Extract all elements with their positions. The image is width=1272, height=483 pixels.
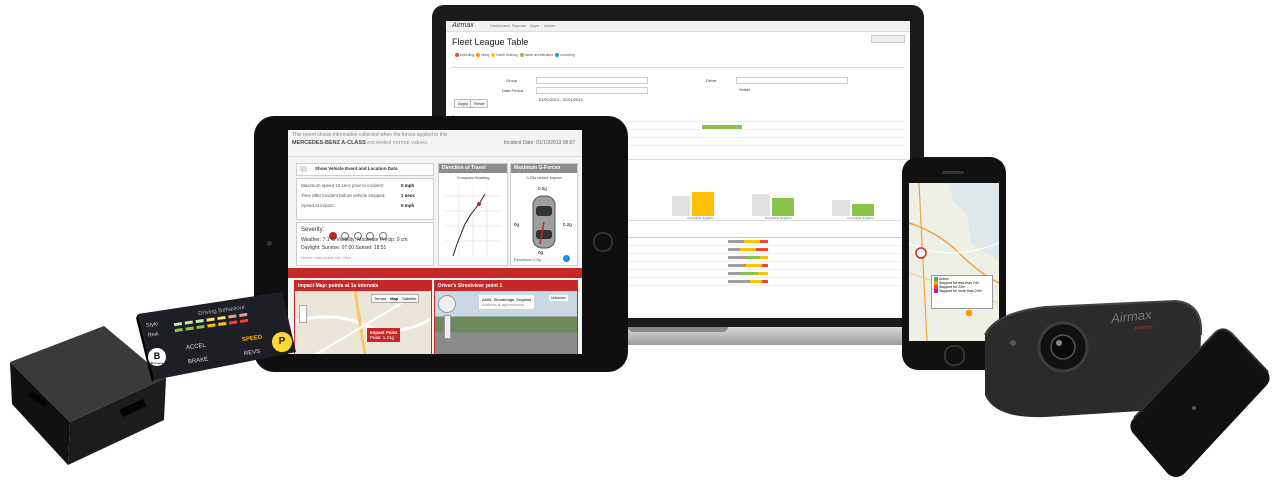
phone-home-button[interactable] <box>944 345 965 366</box>
business-label: Business <box>151 361 164 365</box>
map-marker <box>915 247 927 259</box>
gforce-resultant: Resultant: 0.5g <box>514 257 541 262</box>
league-table <box>616 231 906 291</box>
date-range-input[interactable]: 01/01/2013 - 31/01/2013 <box>536 87 648 102</box>
reset-button[interactable]: Reset <box>470 99 489 108</box>
table-row[interactable] <box>616 279 906 286</box>
group-select[interactable]: Demo Fleet 2013 <box>536 77 648 92</box>
driver-select[interactable]: Select <box>736 77 848 92</box>
chart-bar <box>852 204 874 216</box>
direction-subtitle: Compass Heading <box>456 175 490 180</box>
compass-icon[interactable] <box>438 295 456 313</box>
legend-dot-speeding <box>455 53 459 58</box>
table-row[interactable] <box>616 239 906 246</box>
section-divider <box>288 268 582 278</box>
streetview-title: Driver's Streetview: point 1 <box>435 281 577 291</box>
address-card: A606, Stourbridge, England Address is ap… <box>479 295 535 309</box>
conditions-panel: Severity: Weather: 7.1°C Visibility: Mod… <box>296 222 434 266</box>
map-type-tabs[interactable]: Terrain Map Satellite <box>371 294 420 303</box>
tab-terrain[interactable]: Terrain <box>372 295 388 302</box>
chart-bar <box>672 196 690 216</box>
chart-bar <box>832 200 850 216</box>
tablet-screen: This report shows information collected … <box>288 130 582 354</box>
group-label: Group <box>506 78 518 83</box>
vehicle-name: MERCEDES-BENZ A-CLASS <box>292 140 366 146</box>
streetview-image[interactable]: A606, Stourbridge, England Address is ap… <box>435 291 577 354</box>
car-top-view-icon <box>532 195 556 249</box>
app-logo: Airmax <box>452 22 474 29</box>
gforce-bottom: 0g <box>538 250 544 255</box>
date-label: Date Period <box>502 88 524 93</box>
tablet-camera <box>267 241 272 246</box>
gforce-title: Maximum G-Forces <box>511 164 577 173</box>
nav-dashboard[interactable]: Dashboard <box>490 23 510 28</box>
tab-satellite[interactable]: Satellite <box>400 295 418 302</box>
chart-label: Unsuitable Negative <box>847 216 874 220</box>
chart-label: Unsuitable Negative <box>687 216 714 220</box>
sensor-box-device <box>1130 328 1270 477</box>
map-marker <box>964 308 974 318</box>
impact-marker <box>477 202 481 206</box>
incident-date: Incident Date: 01/10/2013 08:07 <box>504 140 576 146</box>
chart-label: Unsuitable Negative <box>765 216 792 220</box>
legend-dot-braking <box>491 53 496 58</box>
bar-chart: Unsuitable Negative Unsuitable Negative … <box>616 159 908 221</box>
legend-dot-cornering <box>555 53 560 58</box>
impact-point-callout: Impact Point Peak: 1.21g <box>367 328 401 342</box>
chart-bar <box>752 194 770 216</box>
laptop-notch <box>628 327 728 332</box>
phone-speaker <box>942 171 964 174</box>
severity-label: Severity: <box>301 227 325 233</box>
impact-map[interactable]: Terrain Map Satellite Impact Point Peak:… <box>295 291 431 354</box>
impact-map-panel: Impact Map: points at 1s intervals Terra… <box>294 280 432 354</box>
nav-admin[interactable]: Admin <box>544 23 555 28</box>
tab-map[interactable]: Map <box>388 295 400 302</box>
show-details-toggle[interactable]: Show Vehicle Event and Location Data <box>296 163 434 176</box>
gforce-panel: Maximum G-Forces 0.33s before impact 0.5… <box>510 163 578 266</box>
info-icon[interactable] <box>563 255 570 262</box>
direction-title: Direction of Travel <box>439 164 507 173</box>
nav-apps[interactable]: Apps <box>530 23 539 28</box>
gforce-top: 0.5g <box>538 186 547 191</box>
legend-dot-idling <box>476 53 481 58</box>
chart-bar <box>692 192 714 216</box>
vehicle-line: MERCEDES-BENZ A-CLASS exceeded normal va… <box>292 140 429 146</box>
streetview-dropdown[interactable]: Unknown <box>549 295 568 301</box>
streetview-panel: Driver's Streetview: point 1 A606, Stour… <box>434 280 578 354</box>
table-row[interactable] <box>616 255 906 262</box>
gforce-left: 0g <box>514 222 520 227</box>
app-topbar: Airmax Dashboard Reports Apps Admin <box>446 21 910 32</box>
speed-stats: Maximum speed 15 secs prior to incident:… <box>296 178 434 220</box>
table-row[interactable] <box>616 271 906 278</box>
legend: speeding idling harsh braking harsh acce… <box>454 53 575 58</box>
weather-line: Weather: 7.1°C Visibility: Moderate Prec… <box>301 237 408 243</box>
tablet-home-button[interactable] <box>593 232 613 252</box>
table-row[interactable] <box>616 263 906 270</box>
driver-label: Driver <box>706 78 717 83</box>
daylight-line: Daylight: Sunrise: 07:00 Sunset: 18:51 <box>301 245 387 251</box>
report-intro: This report shows information collected … <box>292 132 448 138</box>
zoom-control[interactable] <box>299 305 307 323</box>
weather-source: Weather data source: Met Office <box>301 256 352 260</box>
legend-swatch <box>934 289 938 294</box>
driving-behaviour-device: Driving Behaviour Style Risk B Business … <box>134 290 298 382</box>
badge-p: P <box>272 332 292 352</box>
page-title: Fleet League Table <box>452 37 529 47</box>
heading-chart <box>445 186 501 257</box>
page-actions[interactable] <box>871 35 905 43</box>
chart-bar <box>772 198 794 216</box>
gforce-right: 0.2g <box>563 222 572 227</box>
direction-panel: Direction of Travel Compass Heading <box>438 163 508 266</box>
impact-map-title: Impact Map: points at 1s intervals <box>295 281 431 291</box>
legend-dot-acceleration <box>519 53 524 58</box>
gforce-subtitle: 0.33s before impact <box>526 175 562 180</box>
streetview-zoom[interactable] <box>444 315 451 339</box>
table-row[interactable] <box>616 247 906 254</box>
nav-reports[interactable]: Reports <box>512 23 526 28</box>
